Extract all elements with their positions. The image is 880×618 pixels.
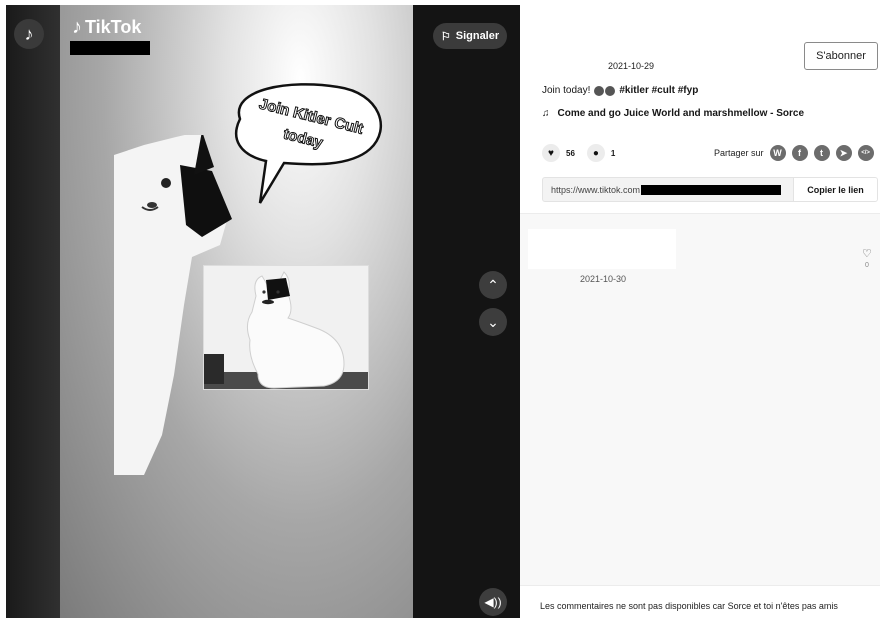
caption-hashtags[interactable]: #kitler #cult #fyp — [619, 85, 698, 96]
redacted-link-path — [641, 184, 782, 195]
cat-photo-drawing — [204, 266, 368, 389]
comment-like-button[interactable]: ♡ 0 — [862, 248, 872, 270]
heart-outline-icon: ♡ — [862, 248, 872, 260]
tiktok-note-glyph: ♪ — [24, 23, 34, 44]
like-count: 56 — [566, 148, 575, 158]
post-details-panel: 2021-10-29 S'abonner Join today! #kitler… — [520, 0, 880, 618]
previous-video-button[interactable]: ⌃ — [479, 271, 507, 299]
share-row: Partager sur W f t ➤ </> — [714, 145, 874, 161]
whatsapp-icon[interactable]: W — [769, 145, 786, 161]
comment-like-count: 0 — [864, 262, 869, 269]
comment-date: 2021-10-30 — [580, 274, 627, 284]
post-caption: Join today! #kitler #cult #fyp — [542, 85, 698, 96]
copy-link-button[interactable]: Copier le lien — [793, 178, 877, 201]
flag-icon: ⚐ — [440, 30, 451, 43]
link-url: https://www.tiktok.com — [551, 184, 641, 195]
comments-unavailable-notice: Les commentaires ne sont pas disponibles… — [540, 601, 838, 611]
share-label: Partager sur — [714, 148, 764, 158]
post-stats: ♥ 56 ● 1 — [542, 144, 615, 162]
facebook-icon[interactable]: f — [791, 145, 808, 161]
cat-photo — [203, 265, 369, 390]
twitter-icon[interactable]: t — [813, 145, 830, 161]
emoji-icons — [594, 85, 616, 96]
volume-icon: ◀)) — [484, 595, 502, 609]
comments-section: 2021-10-30 ♡ 0 — [520, 213, 880, 585]
video-pane: Join Kitler Cult today ♪ ♪ TikTok ⚐ Sign… — [6, 5, 520, 618]
music-info[interactable]: ♫ Come and go Juice World and marshmello… — [542, 108, 804, 119]
next-video-button[interactable]: ⌄ — [479, 308, 507, 336]
embed-icon[interactable]: </> — [857, 145, 874, 161]
tiktok-note-icon: ♪ — [72, 16, 82, 38]
tiktok-app-icon[interactable]: ♪ — [14, 19, 44, 49]
video-right-shadow — [413, 5, 520, 618]
like-stat[interactable]: ♥ 56 — [542, 144, 575, 162]
comment-icon: ● — [586, 144, 605, 162]
tiktok-watermark: ♪ TikTok — [72, 16, 141, 39]
caption-text: Join today! — [542, 85, 591, 96]
link-field[interactable]: https://www.tiktok.com Copier le lien — [542, 177, 878, 202]
music-title: Come and go Juice World and marshmellow … — [557, 108, 805, 119]
heart-icon: ♥ — [542, 144, 560, 162]
report-label: Signaler — [455, 30, 500, 42]
music-note-icon: ♫ — [542, 108, 550, 119]
comment-stat[interactable]: ● 1 — [586, 144, 616, 162]
telegram-icon[interactable]: ➤ — [835, 145, 852, 161]
redacted-username — [70, 41, 150, 55]
hand-emoji-icon — [594, 85, 605, 96]
redacted-comment — [528, 229, 676, 269]
chevron-up-icon: ⌃ — [487, 276, 499, 293]
tiktok-logo-text: TikTok — [85, 17, 142, 37]
volume-button[interactable]: ◀)) — [479, 588, 507, 616]
speech-bubble: Join Kitler Cult today — [235, 83, 382, 204]
report-button[interactable]: ⚐ Signaler — [433, 23, 507, 49]
footer-divider — [520, 585, 880, 586]
comment-count: 1 — [610, 148, 616, 158]
video-player[interactable]: Join Kitler Cult today — [60, 5, 413, 618]
video-left-shadow — [6, 5, 60, 618]
post-date: 2021-10-29 — [608, 61, 655, 71]
cat-emoji-icon — [605, 85, 616, 96]
follow-button[interactable]: S'abonner — [804, 42, 878, 70]
chevron-down-icon: ⌄ — [487, 313, 499, 330]
